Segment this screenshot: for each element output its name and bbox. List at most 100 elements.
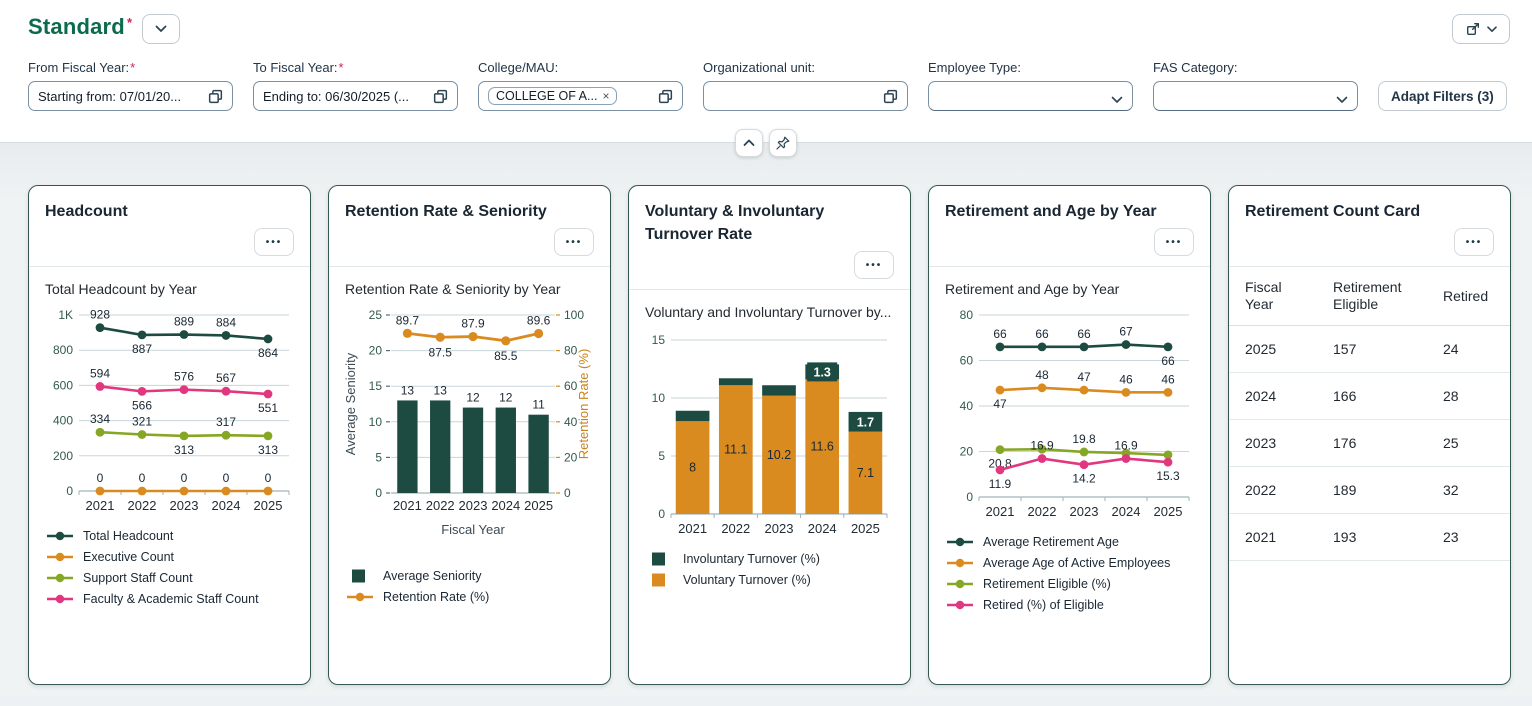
legend-label: Executive Count xyxy=(83,550,174,564)
svg-text:317: 317 xyxy=(216,415,236,429)
filter-label: To Fiscal Year:* xyxy=(253,60,458,75)
overflow-menu-button[interactable]: ••• xyxy=(1454,228,1494,256)
table-column-header: Retired xyxy=(1427,267,1510,326)
legend-line-marker xyxy=(945,598,975,612)
overflow-menu-button[interactable]: ••• xyxy=(554,228,594,256)
variant-dropdown-button[interactable] xyxy=(142,14,180,44)
svg-text:89.7: 89.7 xyxy=(396,313,420,327)
stacked-bar-chart-svg[interactable]: 05101520212022202320242025811.110.211.67… xyxy=(645,328,895,540)
value-help-icon[interactable] xyxy=(432,88,449,110)
to-fiscal-year-input[interactable] xyxy=(263,89,427,104)
svg-text:928: 928 xyxy=(90,308,110,322)
filter-from-fiscal-year: From Fiscal Year:* xyxy=(28,60,233,111)
card-grid: Headcount ••• Total Headcount by Year 02… xyxy=(0,143,1532,696)
svg-text:0: 0 xyxy=(658,507,665,521)
svg-text:11.1: 11.1 xyxy=(724,443,747,457)
legend-label: Retirement Eligible (%) xyxy=(983,577,1111,591)
svg-text:1.7: 1.7 xyxy=(857,415,874,429)
value-help-icon[interactable] xyxy=(882,88,899,110)
organizational-unit-input[interactable] xyxy=(713,89,877,104)
svg-text:20: 20 xyxy=(369,344,383,358)
legend-item[interactable]: Voluntary Turnover (%) xyxy=(645,573,894,587)
filter-employee-type: Employee Type: xyxy=(928,60,1133,111)
token-remove-icon[interactable]: × xyxy=(602,89,609,103)
svg-text:0: 0 xyxy=(181,471,188,485)
svg-text:566: 566 xyxy=(132,398,152,412)
svg-text:2021: 2021 xyxy=(393,498,422,513)
table-cell: 166 xyxy=(1317,373,1427,420)
svg-text:11.6: 11.6 xyxy=(810,440,833,454)
table-cell: 25 xyxy=(1427,420,1510,467)
total-headcount-chart[interactable]: 02004006008001K2021202220232024202592888… xyxy=(45,305,294,517)
svg-text:67: 67 xyxy=(1119,325,1133,339)
retirement-age-chart[interactable]: 0204060802021202220232024202566666667664… xyxy=(945,305,1194,523)
svg-text:2024: 2024 xyxy=(808,521,837,536)
value-help-icon[interactable] xyxy=(657,88,674,110)
card-title: Retirement Count Card xyxy=(1245,200,1494,223)
combo-chart-svg[interactable]: 0510152025020406080100131312121189.787.5… xyxy=(345,305,595,557)
svg-text:66: 66 xyxy=(1035,327,1049,341)
legend-item[interactable]: Executive Count xyxy=(45,550,294,564)
legend-item[interactable]: Average Seniority xyxy=(345,569,594,583)
svg-text:0: 0 xyxy=(223,471,230,485)
legend-item[interactable]: Retirement Eligible (%) xyxy=(945,577,1194,591)
retention-seniority-chart[interactable]: 0510152025020406080100131312121189.787.5… xyxy=(345,305,594,557)
svg-text:2023: 2023 xyxy=(170,498,199,513)
collapse-filter-bar-button[interactable] xyxy=(735,129,763,157)
from-fiscal-year-input[interactable] xyxy=(38,89,202,104)
college-mau-token[interactable]: COLLEGE OF A... × xyxy=(488,87,617,105)
legend-item[interactable]: Faculty & Academic Staff Count xyxy=(45,592,294,606)
filter-label: From Fiscal Year:* xyxy=(28,60,233,75)
line-chart-svg[interactable]: 02004006008001K2021202220232024202592888… xyxy=(45,305,295,517)
svg-text:1K: 1K xyxy=(58,308,73,322)
svg-text:25: 25 xyxy=(369,308,383,322)
svg-text:12: 12 xyxy=(499,391,513,405)
chevron-down-icon xyxy=(155,25,167,33)
svg-text:2022: 2022 xyxy=(1028,504,1057,519)
svg-text:19.8: 19.8 xyxy=(1072,432,1096,446)
legend-line-marker xyxy=(345,590,375,604)
legend-item[interactable]: Average Age of Active Employees xyxy=(945,556,1194,570)
adapt-filters-button[interactable]: Adapt Filters (3) xyxy=(1378,81,1507,111)
filter-to-fiscal-year: To Fiscal Year:* xyxy=(253,60,458,111)
legend-line-marker xyxy=(45,571,75,585)
svg-text:576: 576 xyxy=(174,370,194,384)
svg-text:46: 46 xyxy=(1161,372,1175,386)
legend-item[interactable]: Retired (%) of Eligible xyxy=(945,598,1194,612)
table-row: 202218932 xyxy=(1229,467,1510,514)
overflow-menu-button[interactable]: ••• xyxy=(254,228,294,256)
overflow-menu-button[interactable]: ••• xyxy=(854,251,894,279)
svg-text:11.9: 11.9 xyxy=(989,477,1012,491)
legend-item[interactable]: Support Staff Count xyxy=(45,571,294,585)
legend-item[interactable]: Average Retirement Age xyxy=(945,535,1194,549)
svg-text:14.2: 14.2 xyxy=(1072,472,1096,486)
legend-line-marker xyxy=(45,529,75,543)
legend-label: Average Seniority xyxy=(383,569,481,583)
svg-text:15: 15 xyxy=(369,379,383,393)
value-help-icon[interactable] xyxy=(207,88,224,110)
card-header: Retention Rate & Seniority ••• xyxy=(329,186,610,267)
svg-text:80: 80 xyxy=(960,308,974,322)
svg-text:16.9: 16.9 xyxy=(1114,439,1138,453)
pin-filter-bar-button[interactable] xyxy=(769,129,797,157)
turnover-chart[interactable]: 05101520212022202320242025811.110.211.67… xyxy=(645,328,894,540)
fas-category-select[interactable] xyxy=(1153,81,1358,111)
svg-text:40: 40 xyxy=(960,399,974,413)
card-header: Retirement and Age by Year ••• xyxy=(929,186,1210,267)
chevron-down-icon xyxy=(1111,91,1123,109)
svg-text:11: 11 xyxy=(532,398,545,412)
chart-legend: Involuntary Turnover (%) Voluntary Turnov… xyxy=(645,552,894,587)
overflow-menu-button[interactable]: ••• xyxy=(1154,228,1194,256)
legend-item[interactable]: Retention Rate (%) xyxy=(345,590,594,604)
filter-label: Organizational unit: xyxy=(703,60,908,75)
table-cell: 24 xyxy=(1427,326,1510,373)
legend-item[interactable]: Involuntary Turnover (%) xyxy=(645,552,894,566)
card-headcount: Headcount ••• Total Headcount by Year 02… xyxy=(28,185,311,685)
svg-text:100: 100 xyxy=(564,308,584,322)
svg-text:2021: 2021 xyxy=(86,498,115,513)
table-cell: 189 xyxy=(1317,467,1427,514)
legend-item[interactable]: Total Headcount xyxy=(45,529,294,543)
share-export-button[interactable] xyxy=(1452,14,1510,44)
employee-type-select[interactable] xyxy=(928,81,1133,111)
line-chart-svg[interactable]: 0204060802021202220232024202566666667664… xyxy=(945,305,1195,523)
